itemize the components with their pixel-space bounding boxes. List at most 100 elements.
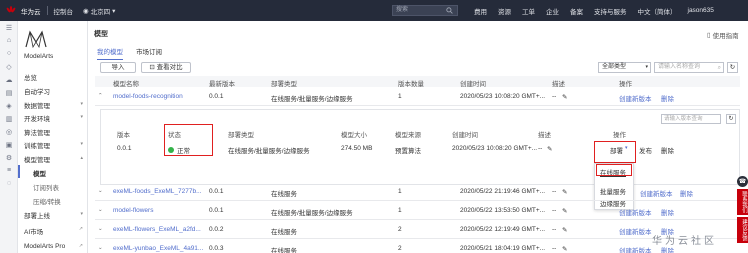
tab-my-models[interactable]: 我的模型 (97, 46, 123, 60)
chat-icon[interactable]: ◌ (0, 177, 18, 190)
publish-link[interactable]: 发布 (639, 145, 652, 155)
model-name-link[interactable]: model-flowers (113, 207, 153, 214)
huawei-logo-icon[interactable] (4, 6, 18, 16)
create-version-link[interactable]: 创建新版本 (619, 93, 652, 103)
delete-link[interactable]: 删除 (661, 93, 674, 103)
resources-link[interactable]: 资源 (498, 6, 511, 16)
nav-item-compress[interactable]: 压缩/转换 (33, 196, 61, 206)
chevron-down-icon[interactable]: ▾ (80, 141, 83, 147)
feedback-button[interactable]: 建议反馈 (737, 217, 748, 243)
nav-item-algorithms[interactable]: 算法管理 (24, 127, 50, 137)
create-version-link[interactable]: 创建新版本 (619, 207, 652, 217)
nav-item-model[interactable]: 模型 (33, 168, 46, 178)
create-version-link[interactable]: 创建新版本 (619, 245, 652, 253)
version-link[interactable]: 0.0.1 (117, 145, 131, 152)
refresh-button[interactable]: ↻ (727, 62, 738, 73)
edit-icon[interactable]: ✎ (547, 145, 552, 153)
type-filter-select[interactable]: 全部类型 ▾ (598, 62, 651, 73)
menu-icon[interactable]: ☰ (0, 21, 18, 34)
modelarts-nav: ModelArts 总览 自动学习 数据管理 ▾ 开发环境 ▾ 算法管理 训练管理 ▾… (18, 21, 88, 253)
create-version-link[interactable]: 创建新版本 (640, 188, 673, 198)
tab-market-subscriptions[interactable]: 市场订阅 (136, 46, 162, 60)
external-link-icon[interactable]: ↗ (79, 226, 83, 232)
edit-icon[interactable]: ✎ (562, 93, 567, 101)
chevron-down-icon[interactable]: ▾ (80, 101, 83, 107)
user-menu[interactable]: jason635 (688, 7, 714, 14)
chevron-up-icon[interactable]: ▴ (80, 155, 83, 161)
database-icon[interactable]: ▥ (0, 112, 18, 125)
create-version-link[interactable]: 创建新版本 (619, 226, 652, 236)
shield-icon[interactable]: ◈ (0, 99, 18, 112)
nav-item-subscriptions[interactable]: 订阅列表 (33, 182, 59, 192)
subcol-created: 创建时间 (452, 132, 478, 139)
chevron-down-icon[interactable]: ⌄ (98, 188, 103, 194)
billing-link[interactable]: 费用 (474, 6, 487, 16)
cloud-icon[interactable]: ☁ (0, 73, 18, 86)
chevron-up-icon[interactable]: ⌃ (98, 93, 103, 99)
circle-icon[interactable]: ○ (0, 47, 18, 60)
network-icon[interactable]: ◎ (0, 125, 18, 138)
chevron-down-icon[interactable]: ⌄ (98, 207, 103, 213)
nav-item-automl[interactable]: 自动学习 (24, 86, 50, 96)
edit-icon[interactable]: ✎ (562, 188, 567, 196)
icp-link[interactable]: 备案 (570, 6, 583, 16)
subcol-desc: 描述 (538, 132, 551, 139)
edit-icon[interactable]: ✎ (562, 207, 567, 215)
model-created: 2020/05/22 13:53:50 GMT+... (460, 207, 546, 214)
nav-item-deploy[interactable]: 部署上线 (24, 210, 50, 220)
nav-item-devenv[interactable]: 开发环境 (24, 113, 50, 123)
support-link[interactable]: 支持与服务 (594, 6, 627, 16)
model-name-link[interactable]: model-foods-recognition (113, 93, 183, 100)
edit-icon[interactable]: ✎ (562, 245, 567, 253)
enterprise-link[interactable]: 企业 (546, 6, 559, 16)
headset-icon[interactable]: ☎ (737, 176, 748, 187)
chevron-down-icon[interactable]: ▾ (80, 211, 83, 217)
floating-help-bar: ☎ 联系我们 建议反馈 (737, 176, 748, 253)
brand-name[interactable]: 华为云 (21, 6, 41, 16)
model-desc: -- (552, 207, 557, 214)
tickets-link[interactable]: 工单 (522, 6, 535, 16)
active-indicator (18, 165, 20, 178)
subcol-size: 模型大小 (341, 132, 367, 139)
search-icon[interactable] (446, 7, 453, 14)
model-search-input[interactable]: 请输入名称查询 ⌕ (654, 62, 724, 73)
refresh-button[interactable]: ↻ (726, 114, 736, 124)
divider (46, 6, 48, 15)
delete-link[interactable]: 删除 (661, 145, 674, 155)
contact-us-button[interactable]: 联系我们 (737, 189, 748, 215)
home-icon[interactable]: ⌂ (0, 34, 18, 47)
compare-button[interactable]: ⊡ 查看对比 (141, 62, 191, 73)
console-link[interactable]: 控制台 (54, 6, 74, 16)
version-search-input[interactable]: 请输入版本查询 (661, 114, 721, 124)
chevron-down-icon[interactable]: ⌄ (98, 245, 103, 251)
nav-item-ai-market[interactable]: AI市场 (24, 226, 43, 236)
model-created: 2020/05/23 10:08:20 GMT+... (460, 93, 546, 100)
edit-icon[interactable]: ✎ (562, 226, 567, 234)
chevron-down-icon[interactable]: ⌄ (98, 226, 103, 232)
delete-link[interactable]: 删除 (680, 188, 693, 198)
nav-item-training[interactable]: 训练管理 (24, 140, 50, 150)
model-name-link[interactable]: exeML-yunbao_ExeML_4a91... (113, 245, 203, 252)
nav-item-models[interactable]: 模型管理 (24, 154, 50, 164)
search-icon[interactable]: ⌕ (718, 64, 721, 73)
settings-icon[interactable]: ⚙ (0, 151, 18, 164)
chevron-down-icon: ▾ (112, 7, 116, 15)
delete-link[interactable]: 删除 (661, 207, 674, 217)
model-deploy-type: 在线服务 (271, 229, 297, 236)
model-name-link[interactable]: exeML-foods_ExeML_7277b... (113, 188, 202, 195)
external-link-icon[interactable]: ↗ (79, 243, 83, 249)
model-name-link[interactable]: exeML-flowers_ExeML_a2fd... (113, 226, 201, 233)
list-icon[interactable]: ≡ (0, 164, 18, 177)
chevron-down-icon[interactable]: ▾ (80, 114, 83, 120)
region-selector[interactable]: ◉ 北京四 ▾ (83, 6, 115, 16)
cube-icon[interactable]: ◇ (0, 60, 18, 73)
server-icon[interactable]: ▤ (0, 86, 18, 99)
nav-item-modelarts-pro[interactable]: ModelArts Pro (24, 243, 65, 250)
import-button[interactable]: 导入 (100, 62, 136, 73)
help-link[interactable]: ▯ 使用指南 (707, 30, 739, 40)
nav-item-overview[interactable]: 总览 (24, 72, 37, 82)
location-icon: ◉ (83, 7, 89, 15)
monitor-icon[interactable]: ▣ (0, 138, 18, 151)
language-selector[interactable]: 中文（简体） (638, 6, 677, 16)
nav-item-data[interactable]: 数据管理 (24, 100, 50, 110)
